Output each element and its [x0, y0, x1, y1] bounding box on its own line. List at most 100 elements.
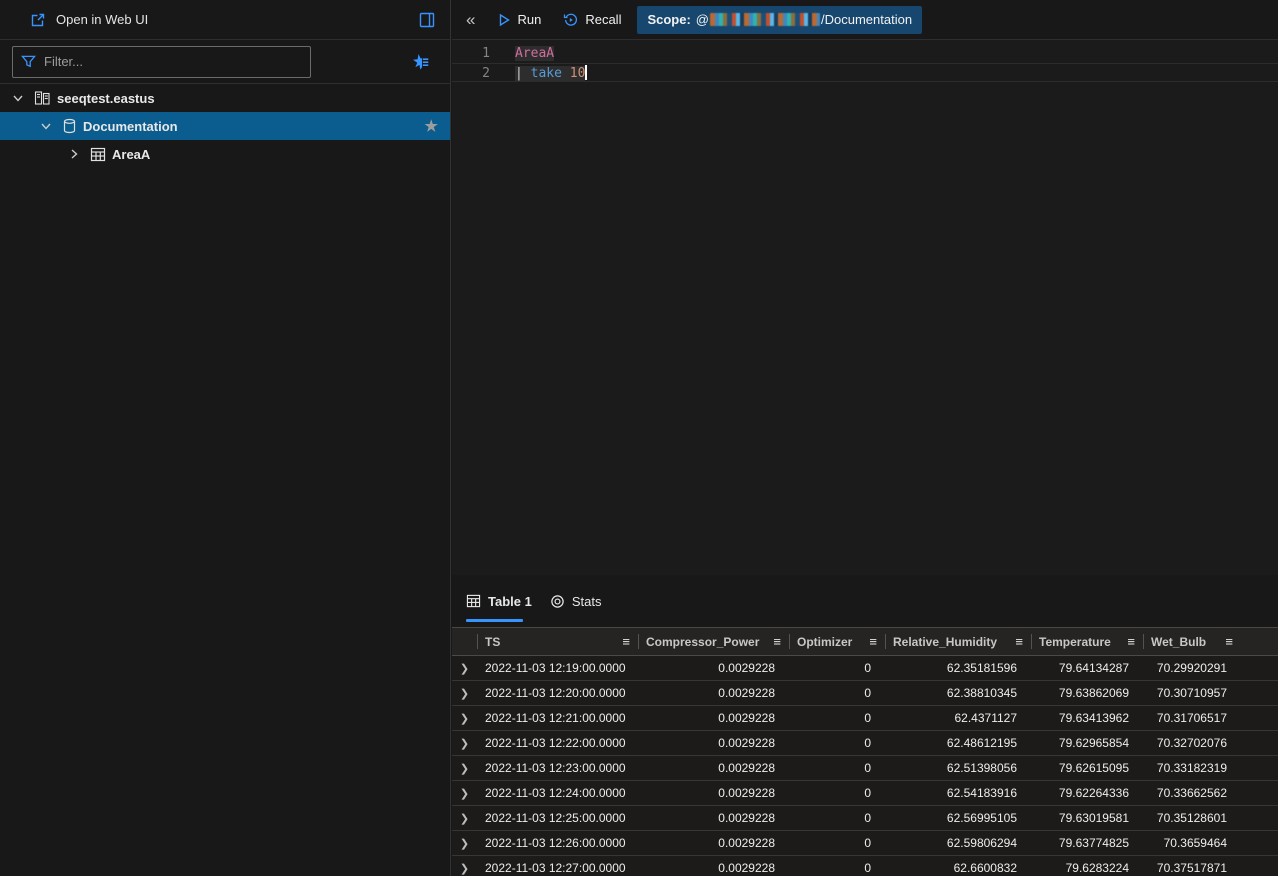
table-row[interactable]: ❯2022-11-03 12:20:00.00000.0029228062.38… [452, 681, 1278, 706]
scope-selector[interactable]: Scope: @ /Documentation [637, 6, 922, 34]
column-menu-icon[interactable]: ≡ [869, 634, 877, 649]
results-grid-header: TS≡Compressor_Power≡Optimizer≡Relative_H… [452, 628, 1278, 656]
collapse-sidebar-icon[interactable]: « [466, 10, 475, 30]
row-expander-icon[interactable]: ❯ [452, 662, 477, 675]
tree-item-cluster[interactable]: seeqtest.eastus [0, 84, 450, 112]
cell-compressor_power: 0.0029228 [638, 786, 789, 800]
row-expander-icon[interactable]: ❯ [452, 787, 477, 800]
table-row[interactable]: ❯2022-11-03 12:21:00.00000.0029228062.43… [452, 706, 1278, 731]
cell-temperature: 79.63019581 [1031, 811, 1143, 825]
results-tab-bar: Table 1 Stats [452, 575, 1278, 628]
column-menu-icon[interactable]: ≡ [1015, 634, 1023, 649]
column-menu-icon[interactable]: ≡ [1225, 634, 1233, 649]
column-header-relative_humidity[interactable]: Relative_Humidity≡ [885, 628, 1031, 655]
column-menu-icon[interactable]: ≡ [622, 634, 630, 649]
expander-column-header [452, 628, 477, 655]
column-header-temperature[interactable]: Temperature≡ [1031, 628, 1143, 655]
code-editor[interactable]: 1 AreaA 2 | take 10 [452, 41, 1278, 575]
table-row[interactable]: ❯2022-11-03 12:24:00.00000.0029228062.54… [452, 781, 1278, 806]
connection-tree: seeqtest.eastus Documentation ★ [0, 84, 450, 168]
results-panel: Table 1 Stats TS≡Compressor_Power≡Optimi… [452, 575, 1278, 876]
column-header-label: Wet_Bulb [1151, 635, 1206, 649]
row-expander-icon[interactable]: ❯ [452, 837, 477, 850]
row-expander-icon[interactable]: ❯ [452, 737, 477, 750]
scope-cluster-redacted [710, 13, 820, 26]
open-in-web-ui-button[interactable]: Open in Web UI [56, 12, 418, 27]
cell-wet_bulb: 70.33182319 [1143, 761, 1241, 775]
tab-label: Table 1 [488, 594, 532, 609]
open-external-icon[interactable] [30, 12, 46, 28]
run-label: Run [517, 12, 541, 27]
cell-ts: 2022-11-03 12:22:00.0000 [477, 736, 638, 750]
tab-label: Stats [572, 594, 602, 609]
cell-compressor_power: 0.0029228 [638, 711, 789, 725]
recall-button[interactable]: Recall [563, 12, 621, 28]
table-row[interactable]: ❯2022-11-03 12:26:00.00000.0029228062.59… [452, 831, 1278, 856]
cell-wet_bulb: 70.37517871 [1143, 861, 1241, 875]
chevron-down-icon[interactable] [38, 120, 54, 132]
scope-at-sign: @ [696, 12, 709, 27]
column-header-ts[interactable]: TS≡ [477, 628, 638, 655]
row-expander-icon[interactable]: ❯ [452, 762, 477, 775]
active-tab-underline [466, 619, 523, 622]
cell-optimizer: 0 [789, 736, 885, 750]
tree-item-table[interactable]: AreaA [0, 140, 450, 168]
filter-input-box[interactable] [12, 46, 311, 78]
column-header-compressor_power[interactable]: Compressor_Power≡ [638, 628, 789, 655]
row-expander-icon[interactable]: ❯ [452, 687, 477, 700]
editor-line-1[interactable]: 1 AreaA [452, 44, 1278, 63]
cell-temperature: 79.63862069 [1031, 686, 1143, 700]
favorites-filter-icon[interactable] [410, 53, 430, 71]
cell-ts: 2022-11-03 12:26:00.0000 [477, 836, 638, 850]
table-row[interactable]: ❯2022-11-03 12:19:00.00000.0029228062.35… [452, 656, 1278, 681]
column-header-optimizer[interactable]: Optimizer≡ [789, 628, 885, 655]
tree-item-database[interactable]: Documentation ★ [0, 112, 450, 140]
text-cursor [585, 65, 587, 80]
table-row[interactable]: ❯2022-11-03 12:23:00.00000.0029228062.51… [452, 756, 1278, 781]
cell-compressor_power: 0.0029228 [638, 761, 789, 775]
cell-wet_bulb: 70.30710957 [1143, 686, 1241, 700]
cell-compressor_power: 0.0029228 [638, 861, 789, 875]
connection-sidebar: Open in Web UI [0, 0, 451, 876]
cell-temperature: 79.6283224 [1031, 861, 1143, 875]
cell-compressor_power: 0.0029228 [638, 736, 789, 750]
cell-optimizer: 0 [789, 661, 885, 675]
table-row[interactable]: ❯2022-11-03 12:27:00.00000.0029228062.66… [452, 856, 1278, 876]
column-header-wet_bulb[interactable]: Wet_Bulb ≡ [1143, 628, 1241, 655]
cell-optimizer: 0 [789, 686, 885, 700]
stats-icon [550, 594, 565, 609]
column-menu-icon[interactable]: ≡ [773, 634, 781, 649]
cell-optimizer: 0 [789, 711, 885, 725]
cell-relative_humidity: 62.48612195 [885, 736, 1031, 750]
table-icon [466, 594, 481, 608]
row-expander-icon[interactable]: ❯ [452, 812, 477, 825]
funnel-filter-icon [21, 54, 36, 69]
cell-ts: 2022-11-03 12:19:00.0000 [477, 661, 638, 675]
favorite-star-icon[interactable]: ★ [425, 117, 438, 135]
chevron-down-icon[interactable] [10, 92, 26, 104]
row-expander-icon[interactable]: ❯ [452, 862, 477, 875]
cell-compressor_power: 0.0029228 [638, 686, 789, 700]
cell-temperature: 79.63774825 [1031, 836, 1143, 850]
chevron-right-icon[interactable] [66, 148, 82, 160]
tab-table-1[interactable]: Table 1 [466, 575, 532, 627]
tree-item-label: Documentation [83, 119, 178, 134]
tab-stats[interactable]: Stats [550, 575, 602, 627]
cell-relative_humidity: 62.38810345 [885, 686, 1031, 700]
table-row[interactable]: ❯2022-11-03 12:22:00.00000.0029228062.48… [452, 731, 1278, 756]
table-row[interactable]: ❯2022-11-03 12:25:00.00000.0029228062.56… [452, 806, 1278, 831]
run-button[interactable]: Run [497, 12, 541, 27]
cell-ts: 2022-11-03 12:21:00.0000 [477, 711, 638, 725]
cell-relative_humidity: 62.56995105 [885, 811, 1031, 825]
token-pipe: | [515, 66, 531, 81]
panel-layout-icon[interactable] [418, 11, 436, 29]
database-icon [62, 118, 77, 134]
filter-input[interactable] [44, 54, 302, 69]
kusto-extension-window: Open in Web UI [0, 0, 1278, 876]
token-table-name: AreaA [515, 46, 554, 61]
row-expander-icon[interactable]: ❯ [452, 712, 477, 725]
editor-line-2[interactable]: 2 | take 10 [452, 63, 1278, 82]
query-toolbar: « Run Recall [452, 0, 1278, 40]
cell-wet_bulb: 70.29920291 [1143, 661, 1241, 675]
column-menu-icon[interactable]: ≡ [1127, 634, 1135, 649]
